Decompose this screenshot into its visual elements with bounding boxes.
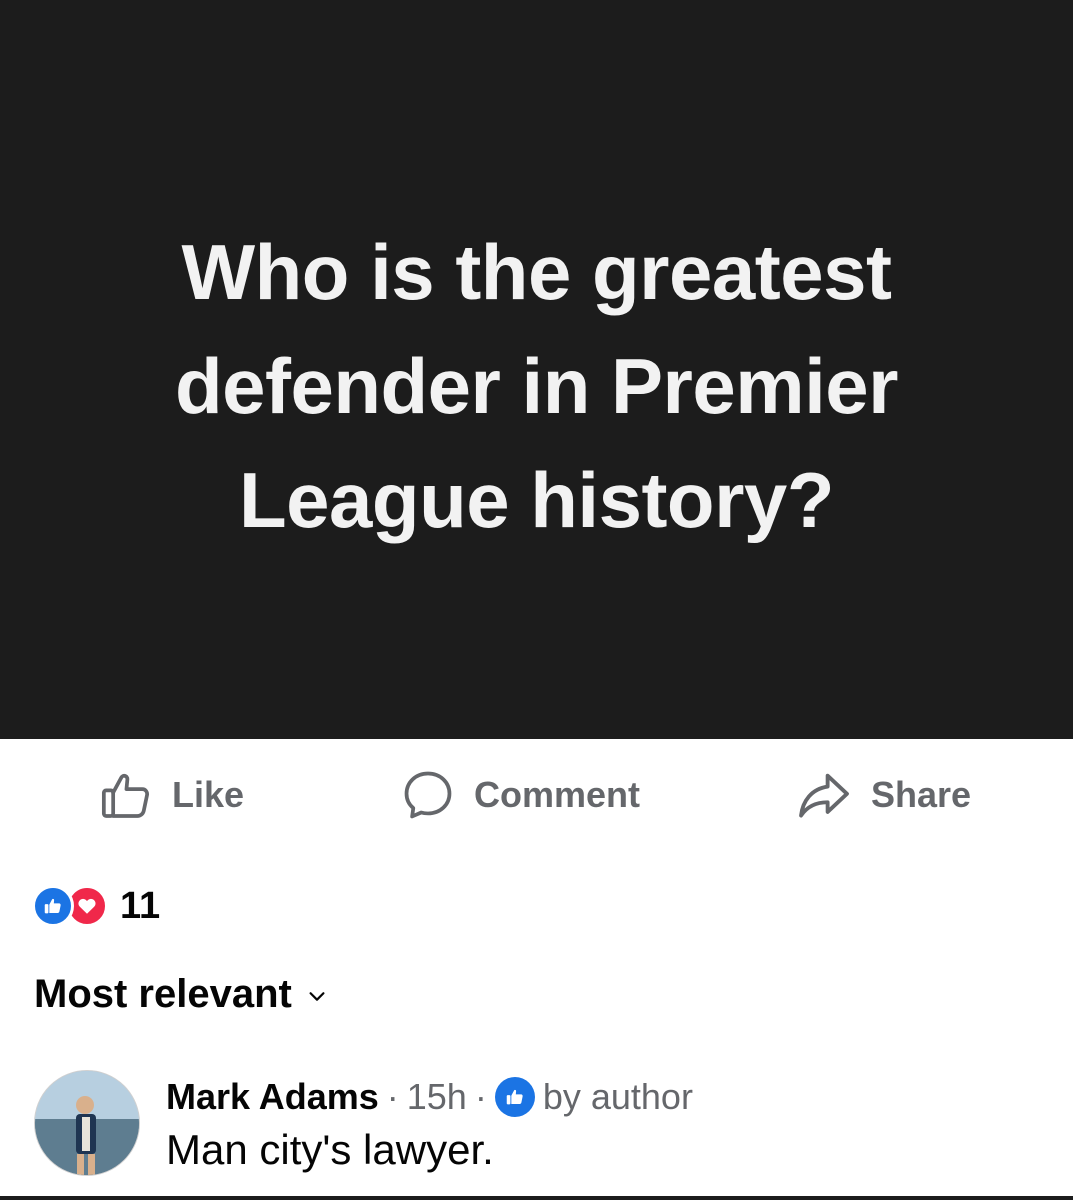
comment-text: Man city's lawyer. — [166, 1126, 494, 1173]
reaction-summary[interactable]: 11 — [32, 882, 160, 930]
post-text-line: League history? — [239, 456, 834, 544]
share-arrow-icon — [795, 766, 853, 824]
like-button[interactable]: Like — [98, 762, 244, 828]
reaction-count: 11 — [120, 884, 161, 927]
post-text-line: defender in Premier — [174, 342, 899, 430]
chevron-down-icon — [292, 972, 328, 1017]
like-label: Like — [172, 774, 245, 815]
bottom-divider — [0, 1196, 1073, 1200]
comment-author[interactable]: Mark Adams — [166, 1076, 379, 1118]
comment-header: Mark Adams · 15h · by author — [166, 1076, 693, 1118]
post-action-bar: Like Comment Share — [0, 762, 1073, 828]
thumbs-up-outline-icon — [98, 767, 154, 823]
post-image: Who is the greatest defender in Premier … — [0, 0, 1073, 739]
sort-label: Most relevant — [34, 972, 292, 1016]
share-label: Share — [871, 774, 972, 815]
comment-label: Comment — [474, 774, 641, 815]
post-text-line: Who is the greatest — [181, 228, 892, 316]
liked-by-author-label: by author — [542, 1076, 693, 1117]
share-button[interactable]: Share — [795, 762, 971, 828]
speech-bubble-icon — [400, 767, 456, 823]
comment-item: Mark Adams · 15h · by author Man city's … — [34, 1066, 1054, 1186]
separator-dot: · — [386, 1076, 399, 1117]
separator-dot: · — [474, 1076, 487, 1117]
comment-timestamp[interactable]: 15h — [407, 1076, 467, 1118]
like-reaction-icon — [32, 885, 74, 927]
comment-sort-dropdown[interactable]: Most relevant — [34, 972, 328, 1017]
avatar[interactable] — [34, 1070, 140, 1176]
post-text: Who is the greatest defender in Premier … — [0, 215, 1073, 557]
comment-button[interactable]: Comment — [400, 762, 640, 828]
thumbs-up-badge-icon — [494, 1077, 535, 1117]
